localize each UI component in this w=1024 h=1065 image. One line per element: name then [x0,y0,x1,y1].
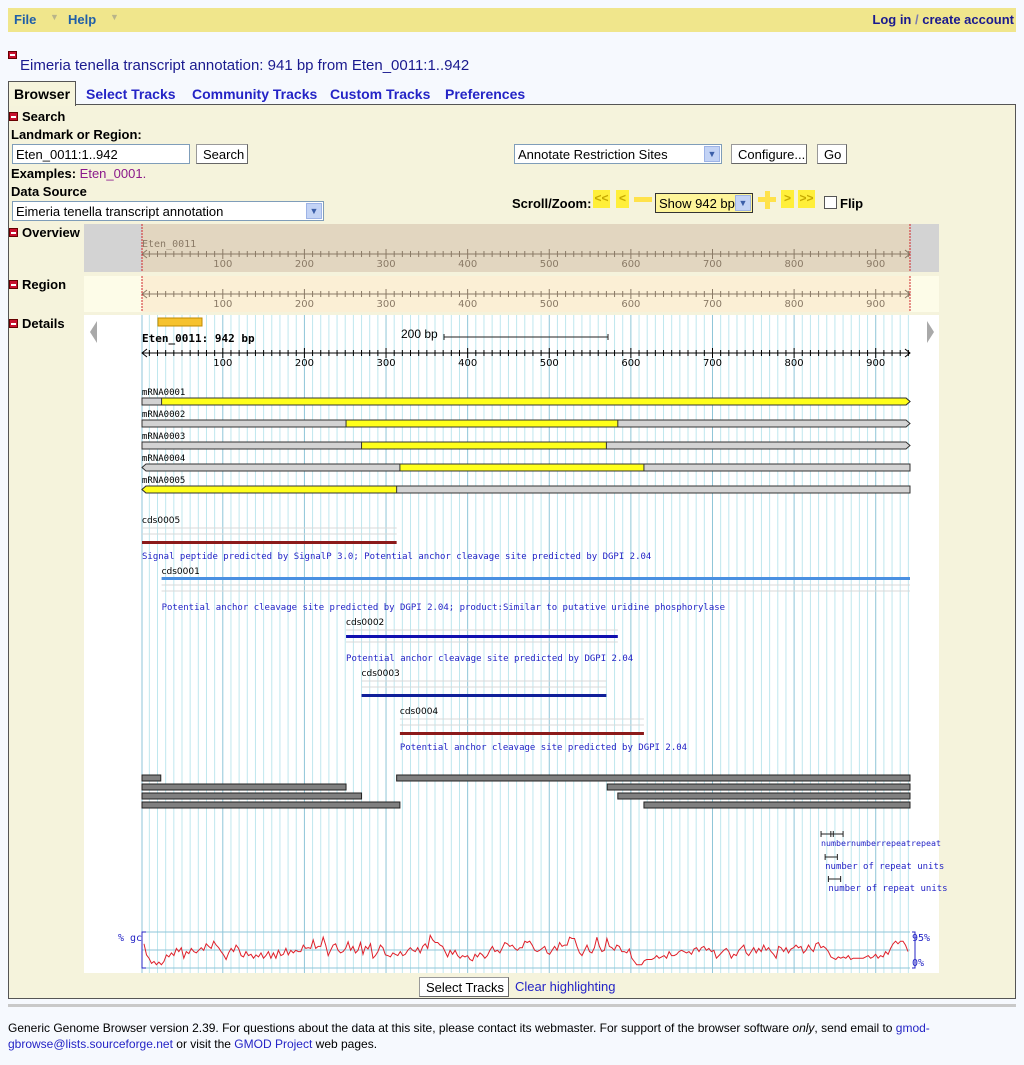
ruler-tick-label: 600 [621,259,640,270]
genome-browser-canvas: Eten_0011 100 200 300 400 500 600 700 800 900 10… [84,224,948,973]
gc-max-label: 95% [912,933,930,944]
repeat-label: numbernumberrepeatrepeat [821,839,941,848]
cds-label: cds0005 [142,516,180,526]
footer-text: Generic Genome Browser version 2.39. For… [8,1021,793,1035]
cds-feature[interactable] [399,732,644,735]
ruler-tick-label: 100 [213,358,232,369]
gc-min-label: 0% [912,958,924,969]
cds-note: Potential anchor cleavage site predicted… [346,654,633,664]
footer-text: or visit the [172,1037,235,1051]
mrna-cds-segment[interactable] [399,463,645,472]
mrna-label: mRNA0004 [142,454,185,464]
utr-feature[interactable] [141,774,162,782]
cds-label: cds0002 [346,618,384,628]
utr-feature[interactable] [643,801,911,809]
mrna-cds-segment[interactable] [361,441,607,450]
ruler-tick-label: 300 [376,358,395,369]
footer-divider [8,1004,1016,1007]
ruler-tick-label: 100 [213,259,232,270]
ruler-tick-label: 400 [458,358,477,369]
ruler-tick-label: 200 [295,299,314,310]
ruler-tick-label: 300 [376,299,395,310]
utr-feature[interactable] [141,792,363,800]
ruler-tick-label: 600 [621,358,640,369]
utr-feature[interactable] [396,774,911,782]
mrna-label: mRNA0003 [142,432,185,442]
ruler-tick-label: 700 [703,259,722,270]
cds-feature[interactable] [161,577,911,580]
tab-browser[interactable]: Browser [8,81,77,106]
cds-note: Potential anchor cleavage site predicted… [400,743,687,753]
cds-label: cds0001 [162,567,200,577]
cds-note: Signal peptide predicted by SignalP 3.0;… [142,552,651,562]
details-landmark-label: Eten_0011: 942 bp [142,332,255,345]
ruler-tick-label: 700 [703,358,722,369]
gc-ylabel: % gc [118,933,142,944]
utr-feature[interactable] [606,783,911,791]
repeat-track: numbernumberrepeatrepeat number of repeat… [820,831,948,894]
ruler-tick-label: 100 [213,299,232,310]
ruler-tick-label: 400 [458,259,477,270]
mrna-label: mRNA0001 [142,388,185,398]
mrna-cds-segment[interactable] [345,419,619,428]
ruler-tick-label: 400 [458,299,477,310]
ruler-tick-label: 800 [785,259,804,270]
cds-feature[interactable] [361,694,607,697]
select-tracks-button[interactable]: Select Tracks [419,977,509,997]
footer-text: web pages. [312,1037,378,1051]
ruler-tick-label: 900 [866,299,885,310]
mrna-cds-segment[interactable] [161,397,911,406]
ruler-tick-label: 500 [540,259,559,270]
repeat-label: number of repeat units [825,862,944,872]
footer: Generic Genome Browser version 2.39. For… [8,1020,1008,1052]
mrna-label: mRNA0002 [142,410,185,420]
ruler-tick-label: 800 [785,358,804,369]
scale-bar-label: 200 bp [401,327,438,341]
overview-landmark-label: Eten_0011 [142,239,196,250]
ruler-tick-label: 700 [703,299,722,310]
cds-label: cds0004 [400,707,439,717]
footer-emphasis: only [792,1021,815,1035]
mrna-cds-segment[interactable] [141,485,398,494]
ruler-tick-label: 500 [540,299,559,310]
ruler-tick-label: 800 [785,299,804,310]
gmod-project-link[interactable]: GMOD Project [234,1037,312,1051]
drag-highlight-handle[interactable] [157,317,203,327]
ruler-tick-label: 900 [866,358,885,369]
cds-feature[interactable] [346,635,618,638]
cds-note: Potential anchor cleavage site predicted… [162,603,726,613]
mrna-label: mRNA0005 [142,476,185,486]
ruler-tick-label: 200 [295,358,314,369]
utr-feature[interactable] [141,801,401,809]
cds-label: cds0003 [362,669,400,679]
repeat-label: number of repeat units [828,884,947,894]
ruler-tick-label: 500 [540,358,559,369]
ruler-tick-label: 200 [295,259,314,270]
ruler-tick-label: 600 [621,299,640,310]
footer-text: , send email to [814,1021,896,1035]
ruler-tick-label: 900 [866,259,885,270]
cds-feature[interactable] [142,541,397,544]
clear-highlighting-link[interactable]: Clear highlighting [515,979,615,994]
ruler-tick-label: 300 [376,259,395,270]
utr-feature[interactable] [617,792,911,800]
utr-feature[interactable] [141,783,347,791]
